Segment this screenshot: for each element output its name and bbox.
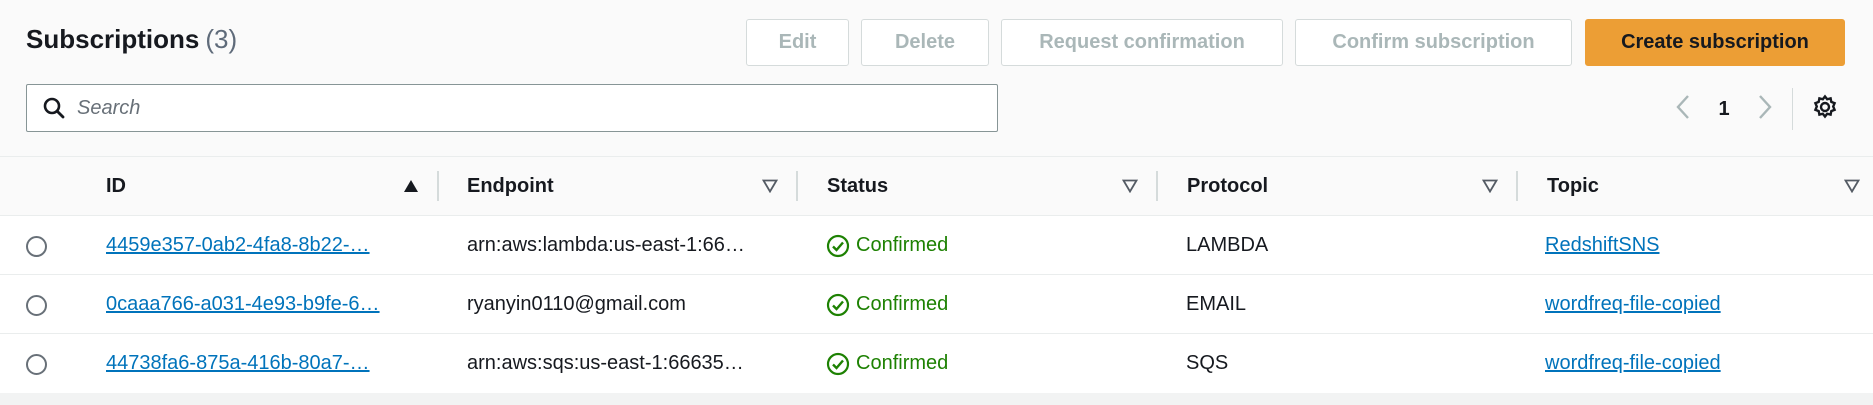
column-header-protocol[interactable]: Protocol — [1157, 157, 1517, 215]
page-title: Subscriptions (3) — [26, 24, 237, 55]
row-select-radio[interactable] — [26, 236, 47, 257]
table-row[interactable]: 44738fa6-875a-416b-80a7-… arn:aws:sqs:us… — [0, 334, 1873, 393]
search-box[interactable] — [26, 84, 998, 132]
table-row[interactable]: 0caaa766-a031-4e93-b9fe-6… ryanyin0110@g… — [0, 275, 1873, 334]
column-header-topic[interactable]: Topic — [1517, 157, 1873, 215]
gear-icon — [1812, 94, 1838, 125]
search-icon — [41, 95, 67, 121]
column-header-id[interactable]: ID — [76, 157, 438, 215]
status-text: Confirmed — [856, 234, 949, 256]
confirm-subscription-button[interactable]: Confirm subscription — [1295, 19, 1572, 66]
sort-descending-outline-icon — [1843, 177, 1861, 195]
subscription-id-link[interactable]: 4459e357-0ab2-4fa8-8b22-… — [106, 234, 370, 257]
check-circle-icon — [826, 352, 850, 376]
chevron-left-icon — [1675, 94, 1691, 125]
endpoint-cell: arn:aws:sqs:us-east-1:66635… — [467, 352, 744, 374]
sort-ascending-icon — [402, 177, 420, 195]
pager-divider — [1792, 88, 1793, 130]
row-select-radio[interactable] — [26, 295, 47, 316]
status-text: Confirmed — [856, 293, 949, 315]
subscription-id-link[interactable]: 0caaa766-a031-4e93-b9fe-6… — [106, 293, 380, 316]
topic-link[interactable]: wordfreq-file-copied — [1545, 293, 1721, 316]
protocol-cell: SQS — [1186, 352, 1229, 374]
table-header: ID Endpoint Status Protocol Topic — [0, 156, 1873, 216]
check-circle-icon — [826, 234, 850, 258]
next-page-button[interactable] — [1752, 92, 1778, 126]
sort-descending-outline-icon — [761, 177, 779, 195]
check-circle-icon — [826, 293, 850, 317]
previous-page-button[interactable] — [1670, 92, 1696, 126]
title-text: Subscriptions — [26, 24, 200, 54]
protocol-cell: EMAIL — [1186, 293, 1247, 315]
endpoint-cell: ryanyin0110@gmail.com — [467, 293, 686, 315]
status-cell: Confirmed — [826, 216, 1126, 275]
protocol-cell: LAMBDA — [1186, 234, 1269, 256]
search-input[interactable] — [77, 96, 957, 120]
preferences-button[interactable] — [1810, 94, 1840, 124]
subscription-count: (3) — [205, 24, 238, 54]
row-select-radio[interactable] — [26, 354, 47, 375]
chevron-right-icon — [1757, 94, 1773, 125]
page-number-current[interactable]: 1 — [1714, 92, 1734, 126]
status-text: Confirmed — [856, 352, 949, 374]
topic-link[interactable]: RedshiftSNS — [1545, 234, 1660, 257]
edit-button[interactable]: Edit — [746, 19, 849, 66]
request-confirmation-button[interactable]: Request confirmation — [1001, 19, 1283, 66]
delete-button[interactable]: Delete — [861, 19, 989, 66]
column-header-endpoint[interactable]: Endpoint — [437, 157, 797, 215]
status-cell: Confirmed — [826, 275, 1126, 334]
subscriptions-table: ID Endpoint Status Protocol Topic 4459e3… — [0, 156, 1873, 393]
endpoint-cell: arn:aws:lambda:us-east-1:66… — [467, 234, 745, 256]
topic-link[interactable]: wordfreq-file-copied — [1545, 352, 1721, 375]
table-row[interactable]: 4459e357-0ab2-4fa8-8b22-… arn:aws:lambda… — [0, 216, 1873, 275]
sort-descending-outline-icon — [1121, 177, 1139, 195]
sort-descending-outline-icon — [1481, 177, 1499, 195]
column-header-status[interactable]: Status — [797, 157, 1157, 215]
subscriptions-panel: Subscriptions (3) Edit Delete Request con… — [0, 0, 1873, 393]
create-subscription-button[interactable]: Create subscription — [1585, 19, 1845, 66]
status-cell: Confirmed — [826, 334, 1126, 393]
subscription-id-link[interactable]: 44738fa6-875a-416b-80a7-… — [106, 352, 370, 375]
